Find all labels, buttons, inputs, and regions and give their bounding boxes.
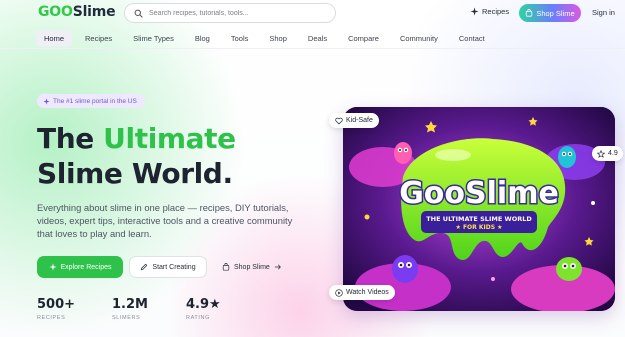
explore-recipes-label: Explore Recipes	[60, 263, 112, 271]
stat-value: 1.2M	[112, 297, 148, 312]
search-icon	[134, 9, 143, 18]
search-input[interactable]	[149, 9, 329, 17]
kid-safe-chip: Kid-Safe	[329, 113, 379, 128]
nav-item-deals[interactable]: Deals	[300, 30, 335, 47]
art-title: GooSlime	[399, 176, 559, 211]
play-icon	[335, 288, 343, 297]
shop-slime-link[interactable]: Shop Slime	[222, 256, 282, 278]
hero-image: GooSlime THE ULTIMATE SLIME WORLD ★ FOR …	[343, 107, 615, 311]
nav-item-blog[interactable]: Blog	[187, 30, 218, 47]
stat-rating: 4.9★ RATING	[186, 297, 221, 321]
arrow-right-icon	[274, 264, 281, 270]
nav-item-recipes[interactable]: Recipes	[77, 30, 120, 47]
headline-part-1: The	[37, 122, 104, 155]
hero-badge-text: The #1 slime portal in the US	[53, 97, 137, 105]
shop-slime-link-label: Shop Slime	[234, 263, 270, 271]
stat-recipes: 500+ RECIPES	[37, 297, 75, 321]
sparkle-icon	[48, 263, 57, 271]
header-recipes-link[interactable]: Recipes	[470, 7, 509, 16]
logo-goo: GOO	[38, 4, 73, 20]
nav-item-community[interactable]: Community	[392, 30, 446, 47]
sign-in-link[interactable]: Sign in	[592, 8, 615, 17]
rating-chip-value: 4.9	[608, 150, 618, 157]
shop-slime-button[interactable]: Shop Slime	[519, 4, 581, 22]
shop-slime-label: Shop Slime	[536, 8, 575, 18]
start-creating-label: Start Creating	[152, 263, 196, 271]
nav-item-home[interactable]: Home	[36, 30, 73, 47]
watch-videos-chip[interactable]: Watch Videos	[329, 285, 395, 300]
logo[interactable]: GOO Slime	[38, 4, 116, 20]
pencil-icon	[141, 263, 148, 271]
explore-recipes-button[interactable]: Explore Recipes	[37, 256, 123, 278]
hero-headline: The Ultimate Slime World.	[37, 121, 337, 191]
search-bar[interactable]	[124, 3, 336, 23]
top-header: GOOSlime Recipes Shop Slime Sign in	[0, 0, 625, 28]
nav-item-shop[interactable]: Shop	[261, 30, 295, 47]
headline-part-2: Slime World.	[37, 157, 233, 190]
start-creating-button[interactable]: Start Creating	[129, 256, 207, 278]
kid-safe-label: Kid-Safe	[346, 117, 373, 124]
header-recipes-label: Recipes	[482, 7, 510, 16]
art-subtitle-1: THE ULTIMATE SLIME WORLD	[426, 215, 532, 223]
stat-label: RECIPES	[37, 315, 66, 321]
art-subtitle-2: ★ FOR KIDS ★	[455, 224, 502, 231]
watch-videos-label: Watch Videos	[346, 289, 389, 296]
stat-slimers: 1.2M SLIMERS	[112, 297, 148, 321]
bag-icon	[526, 9, 533, 17]
hero-subtext: Everything about slime in one place — re…	[37, 202, 293, 240]
logo-slime: Slime	[72, 4, 116, 20]
star-icon	[597, 149, 605, 158]
nav-item-contact[interactable]: Contact	[451, 30, 493, 47]
stat-label: RATING	[186, 315, 210, 321]
nav-item-compare[interactable]: Compare	[340, 30, 387, 47]
stat-value: 500+	[37, 297, 76, 312]
nav-divider	[0, 48, 625, 49]
rating-chip: 4.9	[592, 146, 623, 161]
headline-green: Ultimate	[103, 122, 236, 155]
heart-icon	[335, 117, 343, 125]
sparkle-icon	[470, 7, 479, 16]
nav-item-tools[interactable]: Tools	[223, 30, 257, 47]
stat-value: 4.9★	[186, 297, 221, 312]
stat-label: SLIMERS	[112, 315, 141, 321]
gooslime-artwork: GooSlime THE ULTIMATE SLIME WORLD ★ FOR …	[343, 107, 615, 311]
nav-item-slime-types[interactable]: Slime Types	[125, 30, 182, 47]
sparkle-icon	[43, 97, 50, 105]
main-nav: Home Recipes Slime Types Blog Tools Shop…	[36, 30, 498, 47]
bag-icon	[222, 263, 230, 271]
hero-badge: The #1 slime portal in the US	[37, 94, 145, 108]
